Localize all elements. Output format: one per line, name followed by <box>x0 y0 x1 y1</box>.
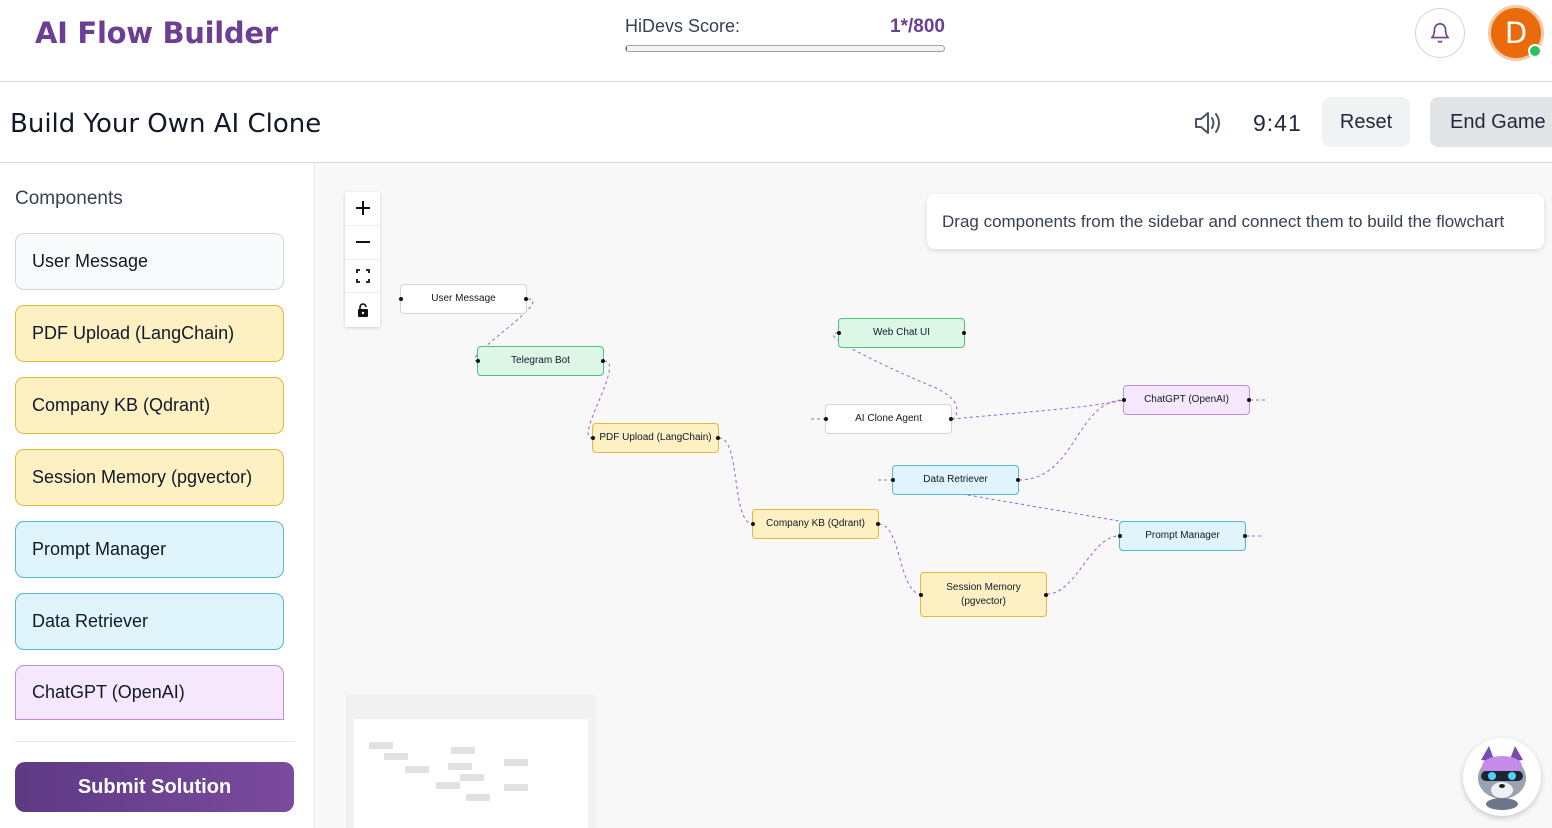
fit-view-button[interactable] <box>345 260 380 294</box>
zoom-in-button[interactable] <box>345 192 380 226</box>
minimap-node <box>451 747 475 754</box>
submit-solution-button[interactable]: Submit Solution <box>15 762 294 812</box>
bell-icon <box>1430 23 1450 43</box>
node-handle[interactable] <box>962 331 966 335</box>
node-label: Telegram Bot <box>511 355 570 366</box>
lock-toggle-button[interactable] <box>345 293 380 327</box>
minimap-node <box>504 784 528 791</box>
node-telegram-bot[interactable]: Telegram Bot <box>476 346 605 376</box>
node-label: ChatGPT (OpenAI) <box>1144 394 1229 405</box>
edge-retriever-chatgpt <box>1018 399 1125 481</box>
plus-icon <box>355 201 370 216</box>
assistant-mascot-button[interactable] <box>1463 738 1541 816</box>
node-handle[interactable] <box>919 592 923 597</box>
zoom-out-button[interactable] <box>345 226 380 260</box>
node-handle[interactable] <box>1122 398 1126 402</box>
component-session-memory[interactable]: Session Memory (pgvector) <box>15 449 284 506</box>
reset-button[interactable]: Reset <box>1322 97 1410 147</box>
components-sidebar: Components User Message PDF Upload (Lang… <box>0 163 315 828</box>
end-game-button[interactable]: End Game <box>1430 97 1552 147</box>
edge-session-prompt <box>1046 535 1120 595</box>
minimap-viewport[interactable] <box>354 719 588 828</box>
notifications-button[interactable] <box>1415 8 1465 58</box>
node-label: PDF Upload (LangChain) <box>599 432 712 443</box>
page-title: Build Your Own AI Clone <box>10 109 322 139</box>
component-prompt-manager[interactable]: Prompt Manager <box>15 521 284 578</box>
node-handle[interactable] <box>949 417 953 421</box>
app-brand[interactable]: AI Flow Builder <box>35 16 278 50</box>
score-progress-bar <box>625 45 945 52</box>
node-handle[interactable] <box>476 359 480 363</box>
node-handle[interactable] <box>1247 398 1251 402</box>
node-web-chat-ui[interactable]: Web Chat UI <box>837 318 966 348</box>
component-user-message[interactable]: User Message <box>15 233 284 290</box>
unlock-icon <box>357 303 368 318</box>
node-handle[interactable] <box>399 297 403 301</box>
minimap[interactable] <box>346 695 596 828</box>
node-handle[interactable] <box>891 478 895 482</box>
minimap-node <box>384 753 408 760</box>
node-handle[interactable] <box>824 417 828 421</box>
canvas-hint: Drag components from the sidebar and con… <box>927 194 1544 249</box>
node-pdf-upload[interactable]: PDF Upload (LangChain) <box>591 423 720 453</box>
score-label: HiDevs Score: <box>625 16 741 36</box>
node-handle[interactable] <box>591 436 595 440</box>
node-data-retriever[interactable]: Data Retriever <box>891 465 1020 495</box>
node-label: (pgvector) <box>960 595 1006 607</box>
node-label: Web Chat UI <box>872 327 931 338</box>
online-status-dot <box>1528 44 1542 58</box>
minimap-node <box>504 759 528 766</box>
node-handle[interactable] <box>751 522 755 526</box>
minimap-node <box>466 794 490 801</box>
flow-canvas[interactable]: Drag components from the sidebar and con… <box>316 163 1552 828</box>
node-handle[interactable] <box>1118 534 1122 538</box>
minimap-node <box>436 782 460 789</box>
minimap-node <box>448 763 472 770</box>
node-handle[interactable] <box>1243 534 1247 538</box>
node-user-message[interactable]: User Message <box>399 284 528 314</box>
node-prompt-manager[interactable]: Prompt Manager <box>1118 521 1247 551</box>
node-label: Company KB (Qdrant) <box>766 518 865 529</box>
node-handle[interactable] <box>524 297 528 301</box>
score-value: 1*/800 <box>890 16 945 37</box>
edge-pdf-companykb <box>718 437 754 525</box>
node-label: Prompt Manager <box>1145 530 1220 541</box>
game-toolbar: Build Your Own AI Clone 9:41 Reset End G… <box>0 82 1552 163</box>
raccoon-mascot-icon <box>1478 746 1526 810</box>
node-handle[interactable] <box>837 331 841 335</box>
countdown-timer: 9:41 <box>1253 110 1302 136</box>
node-label: AI Clone Agent <box>855 413 922 424</box>
node-handle[interactable] <box>601 359 605 363</box>
node-chatgpt[interactable]: ChatGPT (OpenAI) <box>1122 385 1251 415</box>
edge-retriever-prompt <box>955 492 1120 522</box>
component-company-kb[interactable]: Company KB (Qdrant) <box>15 377 284 434</box>
node-label: Session Memory <box>946 581 1021 593</box>
node-handle[interactable] <box>1016 478 1020 482</box>
component-data-retriever[interactable]: Data Retriever <box>15 593 284 650</box>
edge-companykb-session <box>878 523 922 595</box>
component-chatgpt[interactable]: ChatGPT (OpenAI) <box>15 665 284 720</box>
node-label: User Message <box>431 293 496 304</box>
node-session-memory[interactable]: Session Memory (pgvector) <box>919 572 1048 617</box>
node-label: Data Retriever <box>923 474 988 485</box>
component-pdf-upload[interactable]: PDF Upload (LangChain) <box>15 305 284 362</box>
sidebar-title: Components <box>15 188 123 209</box>
node-handle[interactable] <box>716 436 720 440</box>
zoom-controls <box>345 192 380 327</box>
top-header: AI Flow Builder HiDevs Score: 1*/800 D <box>0 0 1552 82</box>
minimap-node <box>460 774 484 781</box>
minimap-node <box>405 766 429 773</box>
sound-toggle-icon[interactable] <box>1192 108 1224 138</box>
fullscreen-icon <box>355 268 370 283</box>
minimap-node <box>369 742 393 749</box>
minus-icon <box>355 241 370 244</box>
node-handle[interactable] <box>1044 592 1048 597</box>
node-handle[interactable] <box>876 522 880 526</box>
sidebar-divider <box>15 741 295 742</box>
node-company-kb[interactable]: Company KB (Qdrant) <box>751 509 880 539</box>
node-ai-clone-agent[interactable]: AI Clone Agent <box>824 404 953 434</box>
